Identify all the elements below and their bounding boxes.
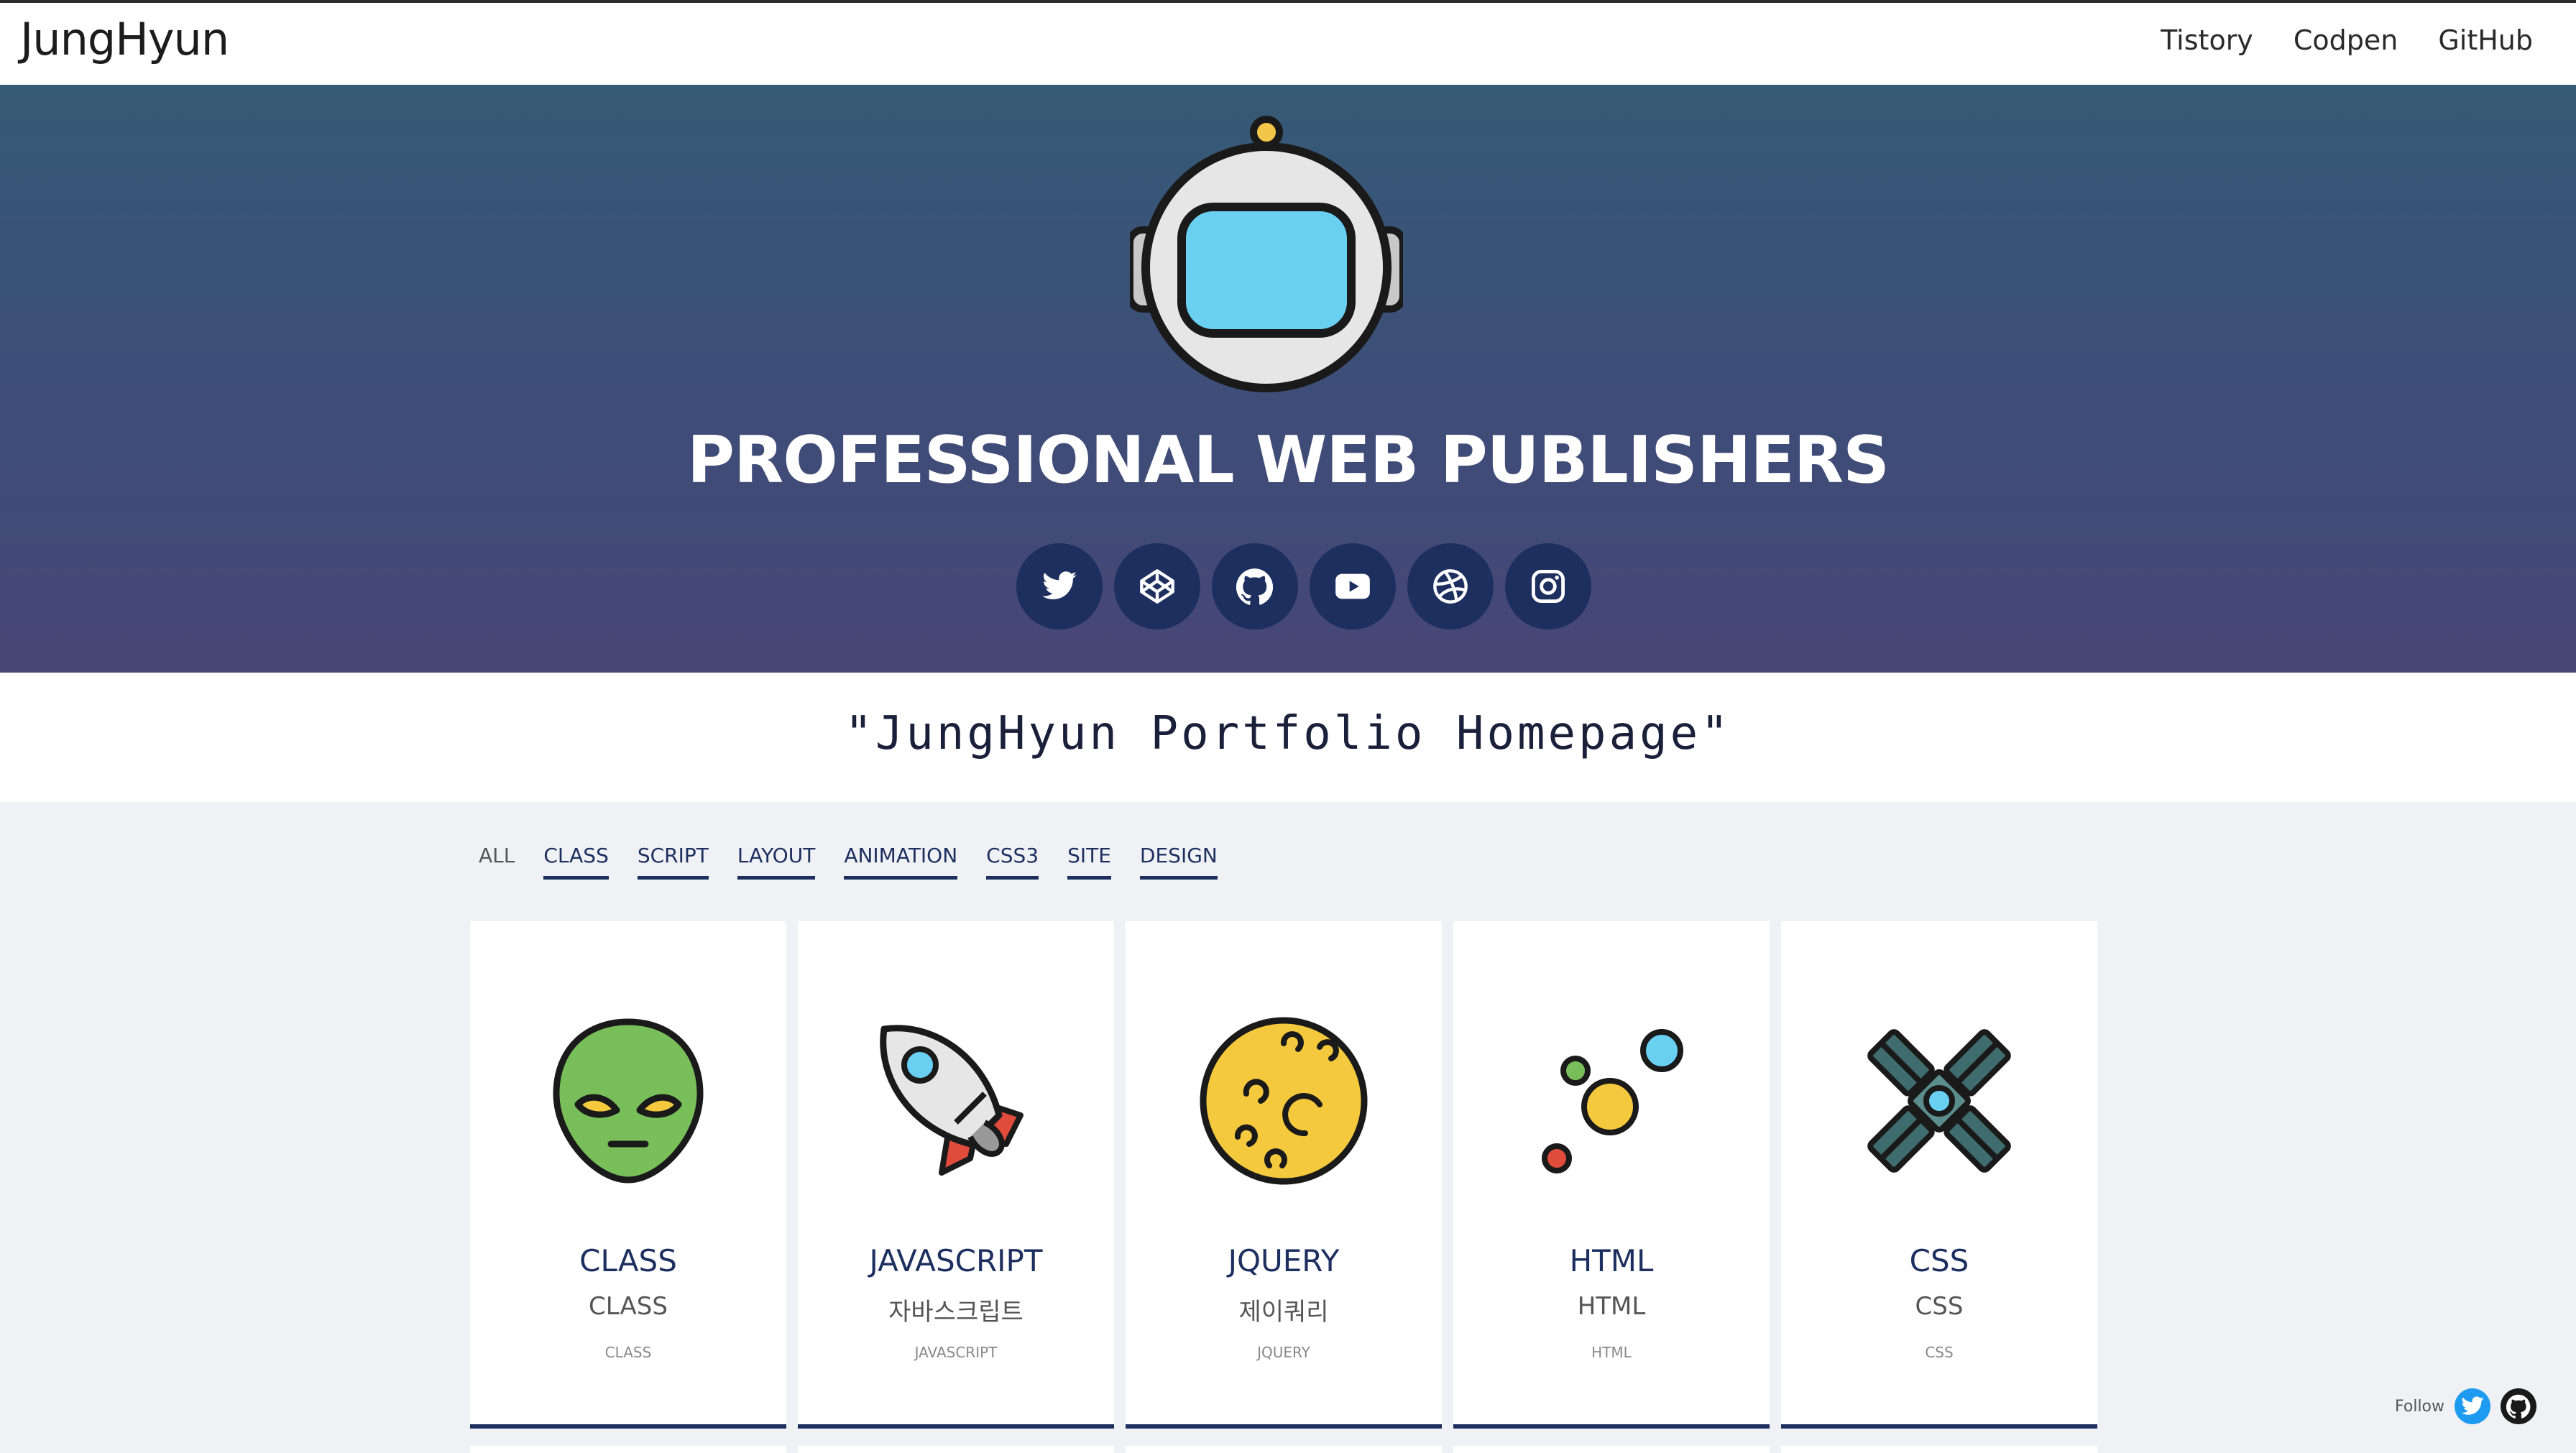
tab-script[interactable]: SCRIPT	[637, 844, 709, 880]
instagram-button[interactable]	[1505, 543, 1591, 629]
card-subtitle: 자바스크립트	[888, 1298, 1024, 1327]
card-caption: CLASS	[604, 1344, 652, 1361]
dribbble-icon	[1433, 569, 1468, 604]
nav-link-tistory[interactable]: Tistory	[2161, 24, 2253, 56]
codepen-button[interactable]	[1114, 543, 1200, 629]
hero-title: PROFESSIONAL WEB PUBLISHERS	[687, 423, 1890, 498]
tab-animation[interactable]: ANIMATION	[844, 844, 958, 880]
card-title: CLASS	[579, 1243, 677, 1278]
planets-icon	[1542, 1029, 1683, 1173]
satellite-icon	[1867, 1029, 2011, 1173]
brand-logo[interactable]: JungHyun	[20, 13, 229, 65]
next-row-card	[470, 1446, 786, 1453]
follow-github-button[interactable]	[2501, 1388, 2537, 1424]
card-title: JAVASCRIPT	[869, 1243, 1043, 1278]
top-nav: Tistory Codpen GitHub	[2161, 24, 2533, 56]
tab-css3[interactable]: CSS3	[986, 844, 1039, 880]
card-jquery[interactable]: JQUERY 제이쿼리 JQUERY	[1126, 921, 1442, 1429]
github-icon	[1236, 568, 1274, 605]
alien-icon	[553, 1018, 704, 1184]
astronaut-helmet-icon	[1130, 116, 1403, 392]
tagline-band: "JungHyun Portfolio Homepage"	[0, 673, 2576, 802]
tab-design[interactable]: DESIGN	[1139, 844, 1218, 880]
card-subtitle: 제이쿼리	[1238, 1298, 1329, 1327]
dribbble-button[interactable]	[1407, 543, 1494, 629]
portfolio-cards: CLASS CLASS CLASS JAVASCRIPT 자바스크립트 JAVA…	[470, 921, 2097, 1429]
card-subtitle: CSS	[1915, 1292, 1964, 1321]
rocket-icon	[880, 1025, 1024, 1176]
card-caption: JAVASCRIPT	[914, 1344, 998, 1361]
card-title: HTML	[1569, 1243, 1654, 1278]
follow-widget: Follow	[2395, 1388, 2537, 1424]
youtube-button[interactable]	[1310, 543, 1396, 629]
twitter-button[interactable]	[1016, 543, 1103, 629]
card-html[interactable]: HTML HTML HTML	[1453, 921, 1770, 1429]
card-title: CSS	[1909, 1243, 1969, 1278]
github-icon	[2506, 1394, 2531, 1419]
tab-site[interactable]: SITE	[1067, 844, 1111, 880]
card-css[interactable]: CSS CSS CSS	[1781, 921, 2097, 1429]
github-button[interactable]	[1212, 543, 1298, 629]
card-subtitle: CLASS	[589, 1292, 668, 1321]
youtube-icon	[1335, 573, 1370, 599]
top-navbar: JungHyun Tistory Codpen GitHub	[0, 0, 2576, 85]
follow-twitter-button[interactable]	[2455, 1388, 2491, 1424]
twitter-icon	[1042, 571, 1077, 599]
twitter-icon	[2461, 1396, 2484, 1415]
instagram-icon	[1532, 570, 1565, 603]
filter-tabs: ALL CLASS SCRIPT LAYOUT ANIMATION CSS3 S…	[479, 844, 1218, 880]
card-javascript[interactable]: JAVASCRIPT 자바스크립트 JAVASCRIPT	[798, 921, 1114, 1429]
moon-icon	[1200, 1017, 1368, 1185]
next-row-card	[798, 1446, 1114, 1453]
card-title: JQUERY	[1228, 1243, 1340, 1278]
tab-class[interactable]: CLASS	[543, 844, 609, 880]
follow-label: Follow	[2395, 1397, 2445, 1416]
next-row-card	[1453, 1446, 1770, 1453]
card-caption: HTML	[1591, 1344, 1632, 1361]
codepen-icon	[1140, 569, 1174, 604]
card-class[interactable]: CLASS CLASS CLASS	[470, 921, 786, 1429]
card-subtitle: HTML	[1577, 1292, 1646, 1321]
social-links	[1016, 543, 1591, 629]
tab-all[interactable]: ALL	[479, 844, 515, 880]
card-caption: JQUERY	[1257, 1344, 1310, 1361]
hero-banner: PROFESSIONAL WEB PUBLISHERS	[0, 85, 2576, 673]
next-row-card	[1126, 1446, 1442, 1453]
next-row-card	[1781, 1446, 2097, 1453]
nav-link-codepen[interactable]: Codpen	[2294, 24, 2398, 56]
nav-link-github[interactable]: GitHub	[2438, 24, 2533, 56]
card-caption: CSS	[1925, 1344, 1954, 1361]
tagline-text: "JungHyun Portfolio Homepage"	[845, 707, 1731, 760]
tab-layout[interactable]: LAYOUT	[737, 844, 816, 880]
